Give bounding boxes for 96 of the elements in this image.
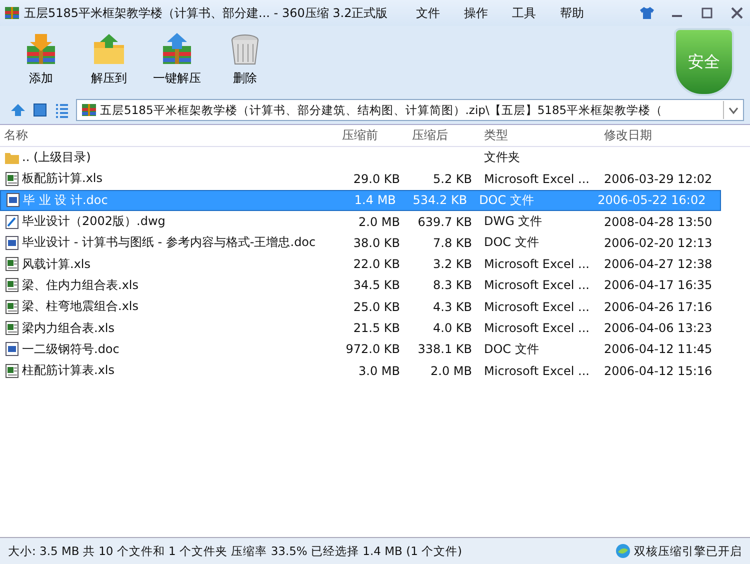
original-size: 1.4 MB — [353, 193, 397, 208]
file-type: DOC 文件 — [483, 234, 540, 252]
modified-date: 2006-04-06 13:23 — [603, 321, 714, 336]
spreadsheet-file-icon — [4, 256, 20, 272]
list-view-icon[interactable] — [54, 102, 70, 118]
column-header[interactable]: 类型 — [478, 127, 598, 144]
original-size: 22.0 KB — [352, 257, 401, 272]
file-row[interactable]: .. (上级目录) 文件夹 — [0, 147, 750, 168]
modified-date: 2006-04-26 17:16 — [603, 300, 714, 314]
drawing-file-icon — [4, 214, 20, 230]
menu-item[interactable]: 操作 — [464, 4, 488, 22]
document-file-icon — [5, 192, 21, 208]
file-type: Microsoft Excel ... — [483, 300, 590, 314]
file-type: Microsoft Excel ... — [483, 172, 590, 186]
column-header[interactable]: 修改日期 — [598, 127, 728, 144]
modified-date: 2006-04-12 11:45 — [603, 342, 714, 356]
compressed-size: 639.7 KB — [416, 214, 473, 229]
file-name: 梁、柱弯地震组合.xls — [22, 298, 139, 316]
file-type: Microsoft Excel ... — [483, 278, 590, 292]
up-arrow-icon[interactable] — [10, 102, 26, 118]
modified-date: 2006-05-22 16:02 — [596, 193, 707, 208]
toolbar-button[interactable]: 删除 — [214, 32, 276, 87]
thumbnail-view-icon[interactable] — [32, 102, 48, 118]
compressed-size: 3.2 KB — [432, 257, 473, 272]
spreadsheet-file-icon — [4, 362, 20, 379]
shirt-icon[interactable] — [638, 5, 656, 21]
file-type: Microsoft Excel ... — [483, 364, 590, 378]
file-row[interactable]: 板配筋计算.xls 29.0 KB 5.2 KB Microsoft Excel ... 2006-03-29 12:02 — [0, 168, 750, 190]
file-type: Microsoft Excel ... — [483, 321, 590, 336]
file-name: 风载计算.xls — [22, 256, 91, 273]
file-name: .. (上级目录) — [22, 149, 91, 166]
document-file-icon — [4, 341, 20, 358]
compressed-size: 338.1 KB — [416, 342, 473, 356]
file-row[interactable]: 梁内力组合表.xls 21.5 KB 4.0 KB Microsoft Excel ... 2006-04-06 13:23 — [0, 317, 750, 339]
file-name: 板配筋计算.xls — [22, 170, 103, 188]
file-row[interactable]: 梁、柱弯地震组合.xls 25.0 KB 4.3 KB Microsoft Excel ... 2006-04-26 17:16 — [0, 296, 750, 318]
window-title: 五层5185平米框架教学楼（计算书、部分建... - 360压缩 3.2正式版 — [24, 4, 388, 22]
toolbar-button[interactable]: 解压到 — [78, 32, 140, 87]
modified-date: 2006-04-27 12:38 — [603, 257, 714, 272]
column-header[interactable]: 压缩后 — [406, 127, 478, 144]
original-size: 21.5 KB — [352, 321, 401, 336]
file-type: 文件夹 — [483, 149, 521, 166]
file-type: DOC 文件 — [483, 340, 540, 358]
modified-date: 2006-04-12 15:16 — [603, 364, 714, 378]
modified-date: 2008-04-28 13:50 — [603, 214, 714, 229]
modified-date: 2006-04-17 16:35 — [603, 278, 714, 292]
menu-item[interactable]: 帮助 — [560, 4, 584, 22]
file-name: 毕业设计（2002版）.dwg — [22, 213, 166, 230]
original-size: 2.0 MB — [358, 214, 401, 229]
original-size: 3.0 MB — [358, 364, 401, 378]
compressed-size: 4.0 KB — [432, 321, 473, 336]
file-name: 梁内力组合表.xls — [22, 320, 115, 337]
column-header[interactable]: 名称 — [0, 127, 336, 144]
compressed-size: 2.0 MB — [430, 364, 473, 378]
status-summary: 大小: 3.5 MB 共 10 个文件和 1 个文件夹 压缩率 33.5% 已经选择 1.4 MB (1 个文件) — [8, 544, 462, 558]
file-name: 柱配筋计算表.xls — [22, 362, 115, 380]
spreadsheet-file-icon — [4, 170, 20, 187]
file-row[interactable]: 风载计算.xls 22.0 KB 3.2 KB Microsoft Excel ... 2006-04-27 12:38 — [0, 253, 750, 275]
spreadsheet-file-icon — [4, 320, 20, 336]
original-size: 34.5 KB — [352, 278, 401, 292]
file-name: 一二级钢符号.doc — [22, 340, 120, 358]
menu-item[interactable]: 工具 — [512, 4, 536, 22]
file-row[interactable]: 毕业设计 - 计算书与图纸 - 参考内容与格式-王增忠.doc 38.0 KB 7.8 KB DOC 文件 2006-02-20 12:13 — [0, 232, 750, 254]
archive-icon — [4, 5, 20, 21]
spreadsheet-file-icon — [4, 298, 20, 315]
file-row[interactable]: 梁、住内力组合表.xls 34.5 KB 8.3 KB Microsoft Excel ... 2006-04-17 16:35 — [0, 274, 750, 296]
toolbar-button[interactable]: 一键解压 — [146, 32, 208, 87]
document-file-icon — [4, 234, 20, 251]
column-header[interactable]: 压缩前 — [336, 127, 406, 144]
file-name: 毕业设计 - 计算书与图纸 - 参考内容与格式-王增忠.doc — [22, 234, 316, 252]
spreadsheet-file-icon — [4, 277, 20, 294]
engine-status: 双核压缩引擎已开启 — [634, 544, 742, 558]
path-field[interactable]: 五层5185平米框架教学楼（计算书、部分建筑、结构图、计算简图）.zip\【五层】5185平米框架教学楼（ — [76, 99, 744, 121]
modified-date: 2006-02-20 12:13 — [603, 236, 714, 250]
original-size: 25.0 KB — [352, 300, 401, 314]
archive-icon — [81, 102, 97, 118]
compressed-size: 534.2 KB — [412, 193, 468, 208]
file-name: 毕 业 设 计.doc — [23, 192, 108, 209]
compressed-size: 4.3 KB — [432, 300, 473, 314]
original-size: 972.0 KB — [344, 342, 401, 356]
compressed-size: 5.2 KB — [432, 172, 473, 186]
swirl-icon — [615, 543, 631, 559]
file-row[interactable]: 一二级钢符号.doc 972.0 KB 338.1 KB DOC 文件 2006-04-12 11:45 — [0, 338, 750, 360]
file-type: Microsoft Excel ... — [483, 257, 590, 272]
original-size: 38.0 KB — [352, 236, 401, 250]
file-name: 梁、住内力组合表.xls — [22, 276, 139, 294]
toolbar-button[interactable]: 添加 — [10, 32, 72, 87]
file-type: DOC 文件 — [478, 192, 535, 209]
file-row[interactable]: 柱配筋计算表.xls 3.0 MB 2.0 MB Microsoft Excel ... 2006-04-12 15:16 — [0, 360, 750, 382]
modified-date: 2006-03-29 12:02 — [603, 172, 714, 186]
file-type: DWG 文件 — [483, 213, 544, 230]
file-row[interactable]: 毕业设计（2002版）.dwg 2.0 MB 639.7 KB DWG 文件 2008-04-28 13:50 — [0, 210, 750, 232]
original-size: 29.0 KB — [352, 172, 401, 186]
compressed-size: 8.3 KB — [432, 278, 473, 292]
compressed-size: 7.8 KB — [432, 236, 473, 250]
menu-item[interactable]: 文件 — [416, 4, 440, 22]
